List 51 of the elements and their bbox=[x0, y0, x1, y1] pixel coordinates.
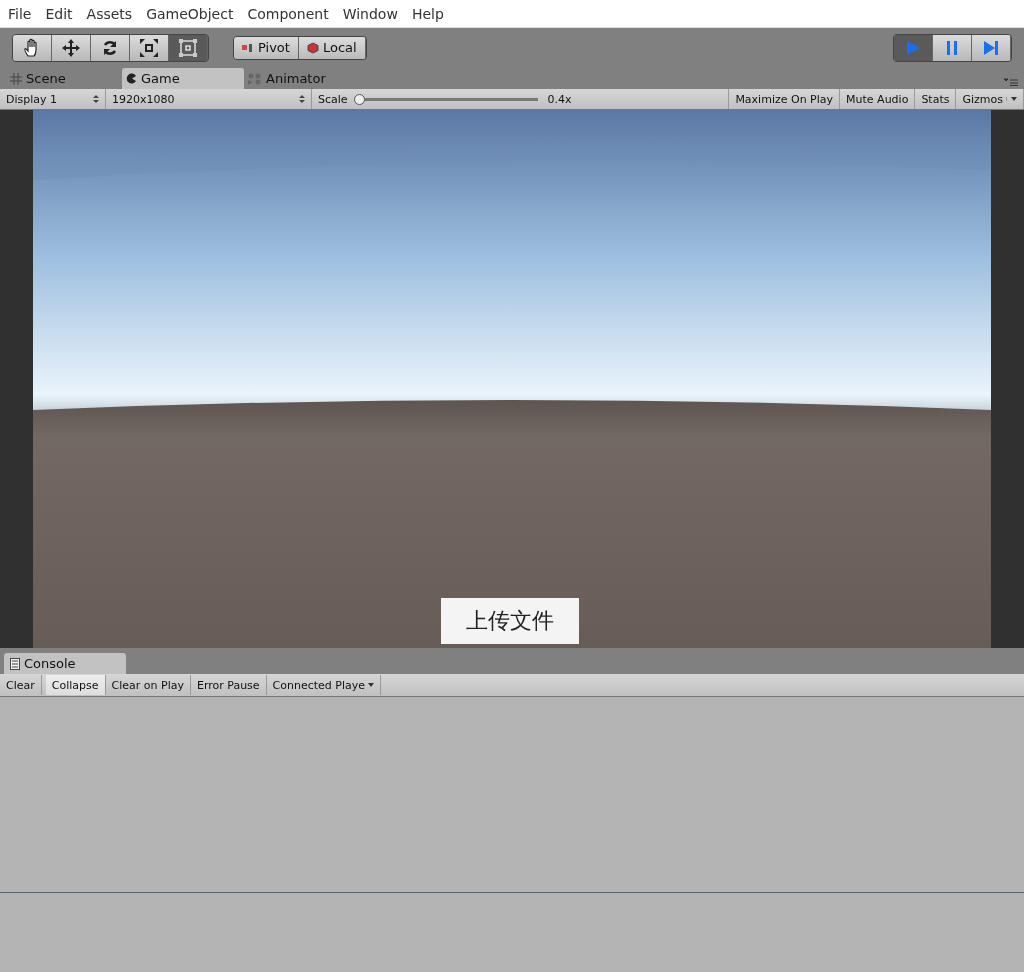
stepper-arrows-icon bbox=[299, 95, 305, 103]
tool-button[interactable] bbox=[130, 34, 169, 61]
pacman-icon bbox=[126, 73, 137, 84]
tab[interactable]: Game bbox=[122, 68, 244, 89]
playback-button[interactable] bbox=[933, 34, 972, 61]
toggle-button[interactable]: Error Pause bbox=[190, 675, 267, 695]
dropdown-arrow-icon bbox=[1011, 97, 1017, 101]
playback-button[interactable] bbox=[972, 34, 1011, 61]
grid-icon bbox=[10, 72, 22, 85]
menu-item[interactable]: Edit bbox=[45, 5, 73, 22]
nodes-icon bbox=[248, 72, 262, 85]
player-dropdown[interactable]: Connected Playe bbox=[266, 675, 382, 695]
menu-item[interactable]: Component bbox=[247, 5, 329, 22]
step-icon bbox=[982, 38, 1000, 57]
handle-toggle[interactable]: Pivot bbox=[234, 36, 299, 59]
panel-menu-icon[interactable] bbox=[1004, 78, 1018, 86]
toggle-button[interactable]: Stats bbox=[915, 89, 957, 109]
scale-reading: 0.4x bbox=[547, 92, 572, 106]
handle-toggle[interactable]: Local bbox=[298, 36, 366, 59]
menu-item[interactable]: Assets bbox=[86, 5, 133, 22]
scale-icon bbox=[139, 37, 159, 58]
pivot-icon bbox=[242, 42, 254, 53]
menu-item[interactable]: File bbox=[8, 5, 32, 22]
tab[interactable]: Scene bbox=[6, 68, 122, 89]
gizmos-dropdown[interactable]: Gizmos bbox=[956, 89, 1024, 109]
toggle-button[interactable]: Collapse bbox=[45, 675, 106, 695]
tool-button[interactable] bbox=[169, 34, 208, 61]
menu-item[interactable]: Help bbox=[411, 5, 444, 22]
toggle-button[interactable]: Maximize On Play bbox=[729, 89, 841, 109]
tool-button[interactable] bbox=[52, 34, 91, 61]
console-icon bbox=[10, 657, 20, 670]
tool-button[interactable] bbox=[91, 34, 130, 61]
slider-thumb[interactable] bbox=[353, 93, 365, 105]
console-tab[interactable]: Console bbox=[4, 653, 126, 674]
scale-label: Scale bbox=[318, 92, 348, 106]
menu-item[interactable]: GameObject bbox=[146, 5, 234, 22]
toggle-button[interactable]: Mute Audio bbox=[840, 89, 916, 109]
tool-button[interactable] bbox=[13, 34, 52, 61]
clear-button[interactable]: Clear bbox=[0, 675, 42, 695]
tab[interactable]: Animator bbox=[244, 68, 360, 89]
display-dropdown[interactable]: Display 1 bbox=[0, 89, 106, 109]
resolution-dropdown[interactable]: 1920x1080 bbox=[106, 89, 312, 109]
stepper-arrows-icon bbox=[93, 95, 99, 103]
move-arrows-icon bbox=[61, 37, 81, 58]
play-icon bbox=[904, 38, 922, 57]
cube-icon bbox=[306, 41, 319, 54]
dropdown-arrow-icon bbox=[368, 683, 375, 687]
rect-tool-icon bbox=[178, 37, 198, 58]
menu-item[interactable]: Window bbox=[342, 5, 398, 22]
upload-file-button[interactable]: 上传文件 bbox=[441, 598, 579, 644]
toggle-button[interactable]: Clear on Play bbox=[105, 675, 191, 695]
